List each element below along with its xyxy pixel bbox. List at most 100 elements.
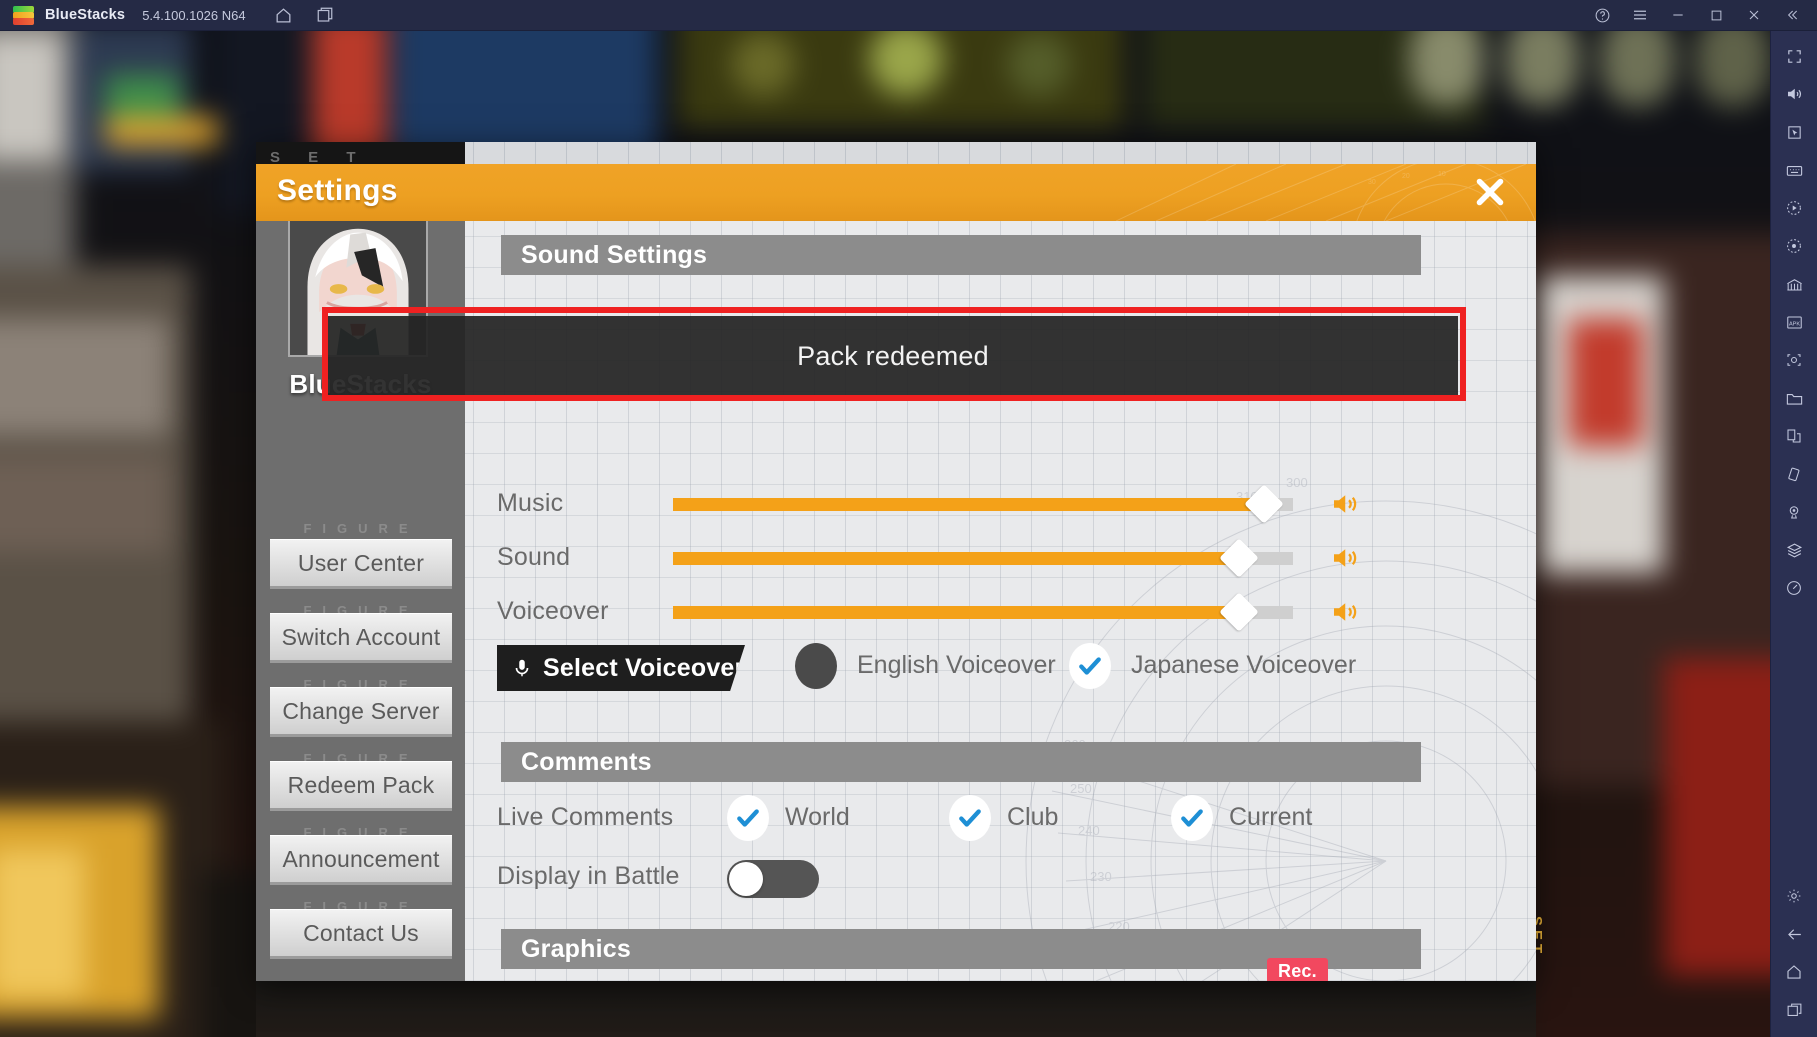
collapse-icon[interactable] xyxy=(1773,0,1811,31)
menu-icon[interactable] xyxy=(1621,0,1659,31)
voiceover-slider[interactable] xyxy=(673,592,1293,632)
sidebar-item-change-server[interactable]: Change Server xyxy=(270,687,452,737)
sidebar-item-switch-account[interactable]: Switch Account xyxy=(270,613,452,663)
window-controls xyxy=(1583,0,1817,31)
checkbox-current[interactable] xyxy=(1171,795,1213,841)
svg-text:10: 10 xyxy=(1438,171,1446,178)
help-icon[interactable] xyxy=(1583,0,1621,31)
back-arrow-icon[interactable] xyxy=(1771,915,1817,953)
sidebar-item-user-center[interactable]: User Center xyxy=(270,539,452,589)
slider-fill xyxy=(673,498,1275,511)
speaker-icon[interactable] xyxy=(1327,597,1361,632)
close-icon[interactable] xyxy=(1466,168,1514,216)
radio-english-voiceover[interactable] xyxy=(795,643,837,689)
svg-text:APK: APK xyxy=(1788,321,1799,327)
install-apk-icon[interactable]: APK xyxy=(1771,303,1817,341)
dialog-body: 260250240 230220 310300 xyxy=(256,221,1536,981)
dialog-header: 30 20 10 Settings xyxy=(256,164,1536,221)
sidebar-item-label: Redeem Pack xyxy=(287,771,435,798)
sidebar-item-announcement[interactable]: Announcement xyxy=(270,835,452,885)
maximize-icon[interactable] xyxy=(1697,0,1735,31)
keyboard-controls-icon[interactable] xyxy=(1771,151,1817,189)
slider-fill xyxy=(673,552,1250,565)
label-live-comments: Live Comments xyxy=(497,803,674,831)
label-current: Current xyxy=(1229,803,1313,831)
recents-icon[interactable] xyxy=(1771,991,1817,1029)
section-header-sound: Sound Settings xyxy=(501,235,1421,275)
radio-japanese-voiceover[interactable] xyxy=(1069,643,1111,689)
multi-instance-icon[interactable] xyxy=(1771,417,1817,455)
select-voiceover-label: Select Voiceover xyxy=(543,653,745,682)
label-english-voiceover: English Voiceover xyxy=(857,651,1056,679)
sidebar-item-label: Change Server xyxy=(282,697,440,724)
sidebar-item-label: Switch Account xyxy=(281,623,441,650)
rec-badge: Rec. xyxy=(1267,958,1328,981)
screenshot-icon[interactable] xyxy=(1771,341,1817,379)
media-folder-icon[interactable] xyxy=(1771,379,1817,417)
avatar[interactable] xyxy=(288,221,428,357)
svg-text:20: 20 xyxy=(1402,173,1410,180)
section-title: Sound Settings xyxy=(521,240,708,269)
cursor-click-icon[interactable] xyxy=(1771,113,1817,151)
checkbox-world[interactable] xyxy=(727,795,769,841)
label-club: Club xyxy=(1007,803,1059,831)
sidebar-item-contact-us[interactable]: Contact Us xyxy=(270,909,452,959)
section-header-comments: Comments xyxy=(501,742,1421,782)
checkbox-club[interactable] xyxy=(949,795,991,841)
gyroscope-icon[interactable] xyxy=(1771,569,1817,607)
select-voiceover-button[interactable]: Select Voiceover xyxy=(497,645,745,691)
avatar-image xyxy=(290,221,426,355)
speaker-icon[interactable] xyxy=(1327,543,1361,578)
check-icon xyxy=(1079,657,1101,675)
sound-slider[interactable] xyxy=(673,538,1293,578)
game-guide-icon[interactable] xyxy=(1771,265,1817,303)
sidebar-item-redeem-pack[interactable]: Redeem Pack xyxy=(270,761,452,811)
home-icon[interactable] xyxy=(269,0,299,31)
shake-icon[interactable] xyxy=(1771,455,1817,493)
label-japanese-voiceover: Japanese Voiceover xyxy=(1131,651,1357,679)
volume-icon[interactable] xyxy=(1771,75,1817,113)
check-icon xyxy=(959,809,981,827)
microphone-icon xyxy=(515,659,529,677)
music-slider[interactable] xyxy=(673,484,1293,524)
check-icon xyxy=(737,809,759,827)
settings-gear-icon[interactable] xyxy=(1771,877,1817,915)
slider-knob[interactable] xyxy=(1243,484,1284,524)
section-title: Comments xyxy=(521,747,652,776)
home-icon[interactable] xyxy=(1771,953,1817,991)
fullscreen-icon[interactable] xyxy=(1771,37,1817,75)
macro-record-icon[interactable] xyxy=(1771,227,1817,265)
label-display-in-battle: Display in Battle xyxy=(497,862,680,890)
layers-icon[interactable] xyxy=(1771,531,1817,569)
row-label-sound: Sound xyxy=(497,543,571,571)
app-name: BlueStacks xyxy=(45,7,126,23)
row-label-music: Music xyxy=(497,489,564,517)
sidebar-item-label: User Center xyxy=(297,549,425,576)
window-titlebar: BlueStacks 5.4.100.1026 N64 xyxy=(0,0,1817,31)
check-icon xyxy=(1181,809,1203,827)
slider-knob[interactable] xyxy=(1218,592,1259,632)
toggle-knob xyxy=(729,862,763,896)
bluestacks-logo-icon xyxy=(13,5,34,25)
slider-fill xyxy=(673,606,1250,619)
location-icon[interactable] xyxy=(1771,493,1817,531)
sidebar-item-label: Contact Us xyxy=(303,919,419,946)
toggle-display-in-battle[interactable] xyxy=(727,860,819,898)
row-label-voiceover: Voiceover xyxy=(497,597,609,625)
macro-play-icon[interactable] xyxy=(1771,189,1817,227)
close-icon[interactable] xyxy=(1735,0,1773,31)
titlebar-left-group: BlueStacks 5.4.100.1026 N64 xyxy=(0,0,340,31)
sidebar-item-label: Announcement xyxy=(282,845,440,872)
dialog-content: Sound Settings Music Sound Voiceover Sel… xyxy=(465,221,1536,981)
minimize-icon[interactable] xyxy=(1659,0,1697,31)
multi-instance-icon[interactable] xyxy=(310,0,340,31)
bluestacks-window: BlueStacks 5.4.100.1026 N64 APK S E T 30… xyxy=(0,0,1817,1037)
dialog-bottom-band xyxy=(256,981,1536,1037)
player-name: BlueStacks xyxy=(289,369,432,399)
settings-dialog: S E T 30 20 10 Settings 250 240 230 220 … xyxy=(256,142,1536,981)
label-world: World xyxy=(785,803,850,831)
speaker-icon[interactable] xyxy=(1327,489,1361,524)
rec-badge-tail xyxy=(1277,980,1290,981)
slider-knob[interactable] xyxy=(1218,538,1259,578)
dialog-left-panel: BlueStacks FIGURE User Center FIGURE Swi… xyxy=(256,221,465,981)
